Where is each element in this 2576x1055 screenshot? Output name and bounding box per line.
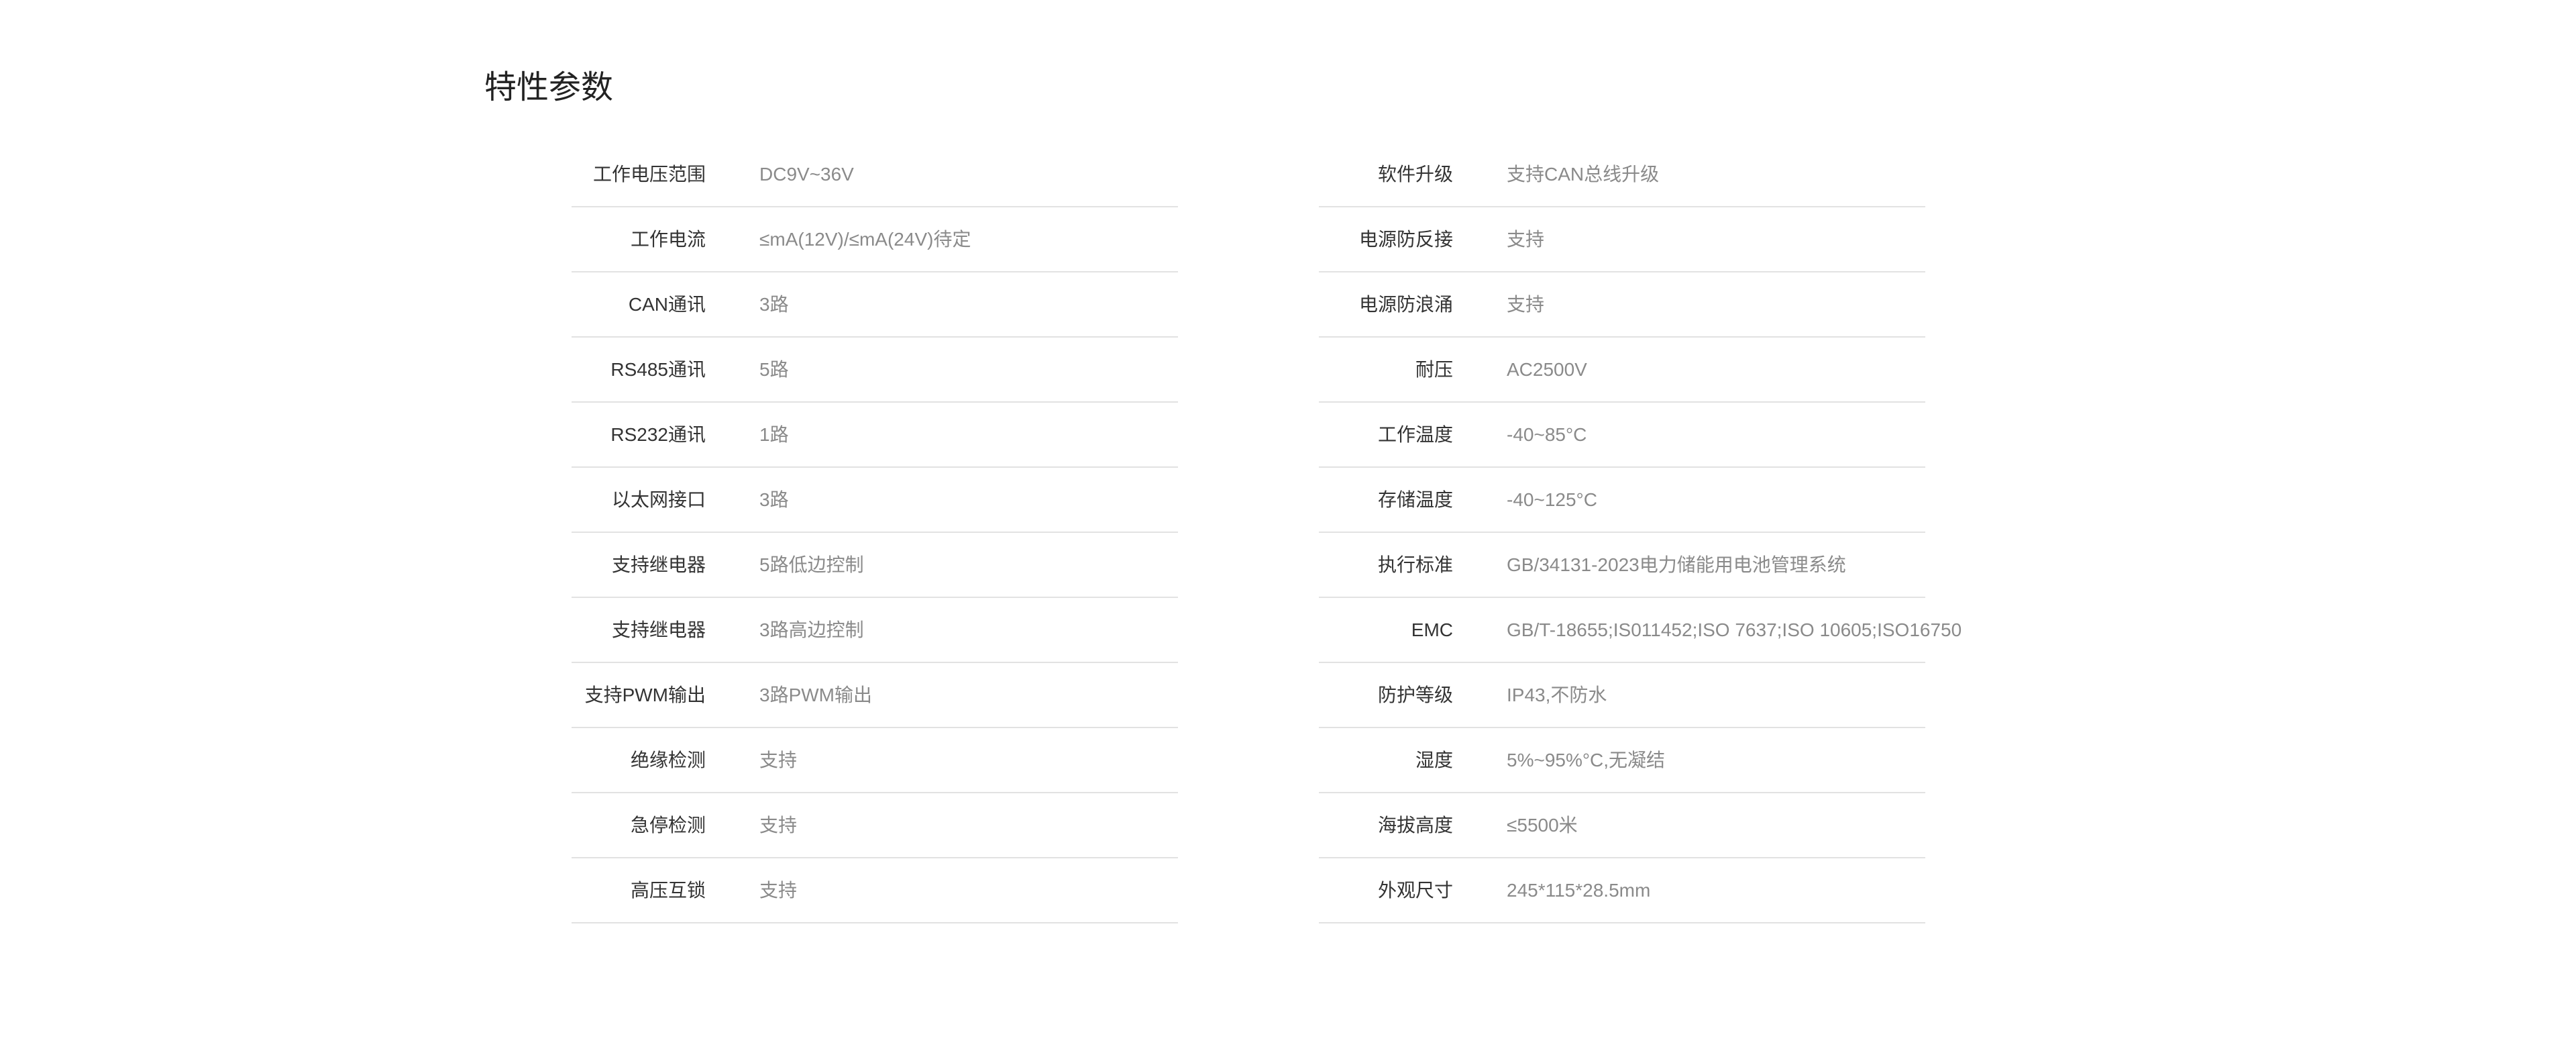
- spec-row: 工作电流 ≤mA(12V)/≤mA(24V)待定: [572, 207, 1178, 272]
- spec-label: 工作电流: [630, 228, 706, 250]
- spec-label: 工作电压范围: [592, 163, 706, 185]
- spec-label: 支持继电器: [611, 554, 706, 575]
- spec-row: 以太网接口 3路: [572, 468, 1178, 533]
- spec-row: CAN通讯 3路: [572, 272, 1178, 338]
- spec-value: 支持CAN总线升级: [1507, 163, 1660, 185]
- spec-row: 支持继电器 5路低边控制: [572, 533, 1178, 598]
- spec-row: 电源防反接 支持: [1319, 207, 1925, 272]
- spec-table-left: 工作电压范围 DC9V~36V 工作电流 ≤mA(12V)/≤mA(24V)待定 CAN…: [572, 142, 1178, 923]
- spec-row: 海拔高度 ≤5500米: [1319, 793, 1925, 858]
- spec-value: ≤mA(12V)/≤mA(24V)待定: [759, 228, 971, 250]
- spec-label: 执行标准: [1377, 554, 1453, 575]
- spec-label: 工作温度: [1377, 423, 1453, 445]
- spec-value: 3路PWM输出: [759, 684, 873, 705]
- spec-table-right: 软件升级 支持CAN总线升级 电源防反接 支持 电源防浪涌 支持 耐压 AC2500V 工作温度…: [1319, 142, 1962, 923]
- spec-value: -40~125°C: [1507, 489, 1597, 510]
- spec-label: RS485通讯: [610, 358, 706, 380]
- spec-label: RS232通讯: [610, 423, 706, 445]
- spec-value: ≤5500米: [1507, 814, 1578, 836]
- spec-value: 支持: [1507, 293, 1545, 315]
- spec-row: 湿度 5%~95%°C,无凝结: [1319, 728, 1925, 793]
- spec-value: 支持: [1507, 228, 1545, 250]
- spec-value: 3路: [759, 293, 789, 315]
- spec-label: 以太网接口: [611, 489, 706, 510]
- spec-label: 软件升级: [1377, 163, 1453, 185]
- spec-value: GB/34131-2023电力储能用电池管理系统: [1507, 554, 1846, 575]
- spec-value: 支持: [759, 749, 798, 770]
- spec-label: 湿度: [1415, 749, 1453, 770]
- spec-row: 急停检测 支持: [572, 793, 1178, 858]
- spec-row: 外观尺寸 245*115*28.5mm: [1319, 858, 1925, 923]
- spec-row: RS485通讯 5路: [572, 338, 1178, 403]
- spec-label: 电源防反接: [1358, 228, 1453, 250]
- spec-row: 软件升级 支持CAN总线升级: [1319, 142, 1925, 207]
- spec-label: 耐压: [1415, 358, 1453, 380]
- spec-row: 防护等级 IP43,不防水: [1319, 663, 1925, 728]
- spec-row: 绝缘检测 支持: [572, 728, 1178, 793]
- spec-value: 3路: [759, 489, 789, 510]
- spec-label: 支持继电器: [611, 619, 706, 640]
- spec-value: GB/T-18655;IS011452;ISO 7637;ISO 10605;I…: [1507, 619, 1962, 640]
- spec-label: 高压互锁: [630, 879, 706, 901]
- spec-row: 支持继电器 3路高边控制: [572, 598, 1178, 663]
- spec-label: 绝缘检测: [630, 749, 706, 770]
- spec-value: AC2500V: [1507, 358, 1587, 380]
- spec-value: DC9V~36V: [759, 163, 854, 185]
- spec-row: RS232通讯 1路: [572, 403, 1178, 468]
- spec-label: 海拔高度: [1377, 814, 1453, 836]
- spec-value: IP43,不防水: [1507, 684, 1607, 705]
- page-title: 特性参数: [484, 70, 614, 105]
- spec-label: 存储温度: [1377, 489, 1453, 510]
- spec-value: 3路高边控制: [759, 619, 864, 640]
- spec-label: 支持PWM输出: [584, 684, 706, 705]
- spec-value: 1路: [759, 423, 789, 445]
- spec-label: 急停检测: [630, 814, 706, 836]
- spec-value: 5路低边控制: [759, 554, 864, 575]
- spec-row: 执行标准 GB/34131-2023电力储能用电池管理系统: [1319, 533, 1925, 598]
- spec-row: 存储温度 -40~125°C: [1319, 468, 1925, 533]
- spec-value: 支持: [759, 879, 798, 901]
- spec-label: EMC: [1411, 619, 1453, 640]
- spec-value: 245*115*28.5mm: [1507, 879, 1651, 901]
- spec-row: 高压互锁 支持: [572, 858, 1178, 923]
- spec-row: 电源防浪涌 支持: [1319, 272, 1925, 338]
- spec-value: 支持: [759, 814, 798, 836]
- spec-label: 电源防浪涌: [1358, 293, 1453, 315]
- spec-label: 防护等级: [1377, 684, 1453, 705]
- spec-row: 支持PWM输出 3路PWM输出: [572, 663, 1178, 728]
- spec-value: 5路: [759, 358, 789, 380]
- spec-row: 工作温度 -40~85°C: [1319, 403, 1925, 468]
- spec-value: 5%~95%°C,无凝结: [1507, 749, 1666, 770]
- spec-label: CAN通讯: [628, 293, 706, 315]
- spec-row: EMC GB/T-18655;IS011452;ISO 7637;ISO 1060…: [1319, 598, 1962, 663]
- spec-row: 耐压 AC2500V: [1319, 338, 1925, 403]
- spec-value: -40~85°C: [1507, 423, 1587, 445]
- spec-label: 外观尺寸: [1377, 879, 1453, 901]
- spec-row: 工作电压范围 DC9V~36V: [572, 142, 1178, 207]
